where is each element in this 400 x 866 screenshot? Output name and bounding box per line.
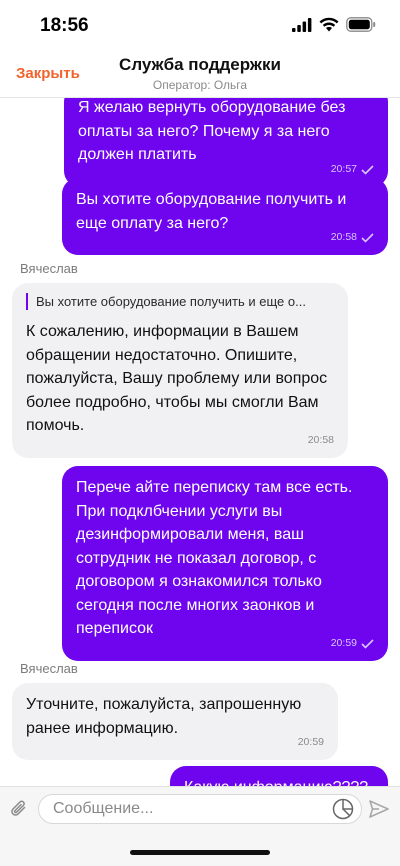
status-icons bbox=[292, 17, 376, 32]
message-text: Вы хотите оборудование получить и еще оп… bbox=[76, 191, 347, 232]
incoming-message[interactable]: Вы хотите оборудование получить и еще о.… bbox=[12, 283, 348, 458]
home-indicator[interactable] bbox=[130, 850, 270, 855]
sender-name: Вячеслав bbox=[20, 261, 78, 276]
message-time: 20:59 bbox=[297, 736, 324, 749]
message-text: Какую информацию???? bbox=[184, 776, 374, 786]
cellular-signal-icon bbox=[292, 17, 312, 32]
quoted-message[interactable]: Вы хотите оборудование получить и еще о.… bbox=[26, 293, 334, 310]
message-text: К сожалению, информации в Вашем обращени… bbox=[26, 323, 328, 434]
message-time: 20:59 bbox=[330, 636, 357, 649]
send-icon[interactable] bbox=[368, 798, 390, 820]
message-time: 20:58 bbox=[307, 433, 334, 446]
check-icon bbox=[361, 164, 374, 175]
status-time: 18:56 bbox=[40, 15, 89, 36]
message-input-bar bbox=[0, 786, 400, 830]
chat-header: Закрыть Служба поддержки Оператор: Ольга bbox=[0, 50, 400, 98]
paperclip-icon[interactable] bbox=[9, 799, 29, 819]
outgoing-message[interactable]: Я желаю вернуть оборудование без оплаты … bbox=[64, 98, 388, 187]
page-title: Служба поддержки bbox=[119, 55, 281, 74]
message-text: Уточните, пожалуйста, запрошенную ранее … bbox=[26, 696, 302, 737]
message-input[interactable] bbox=[38, 794, 362, 824]
outgoing-message[interactable]: Перече айте переписку там все есть. При … bbox=[62, 466, 388, 661]
message-text: Я желаю вернуть оборудование без оплаты … bbox=[78, 99, 346, 163]
operator-subtitle: Оператор: Ольга bbox=[152, 78, 248, 92]
check-icon bbox=[361, 233, 374, 243]
status-bar: 18:56 bbox=[0, 0, 400, 50]
wifi-icon bbox=[319, 17, 339, 32]
message-text: Перече айте переписку там все есть. При … bbox=[76, 479, 353, 637]
sender-name: Вячеслав bbox=[20, 661, 78, 676]
incoming-message[interactable]: Уточните, пожалуйста, запрошенную ранее … bbox=[12, 683, 338, 760]
sticker-icon[interactable] bbox=[332, 798, 354, 820]
battery-icon bbox=[346, 17, 376, 32]
outgoing-message[interactable]: Вы хотите оборудование получить и еще оп… bbox=[62, 178, 388, 255]
check-icon bbox=[361, 638, 374, 649]
home-area bbox=[0, 830, 400, 866]
chat-messages[interactable]: Я желаю вернуть оборудование без оплаты … bbox=[0, 98, 400, 786]
outgoing-message[interactable]: Какую информацию???? bbox=[170, 766, 388, 786]
message-time: 20:58 bbox=[330, 231, 357, 244]
